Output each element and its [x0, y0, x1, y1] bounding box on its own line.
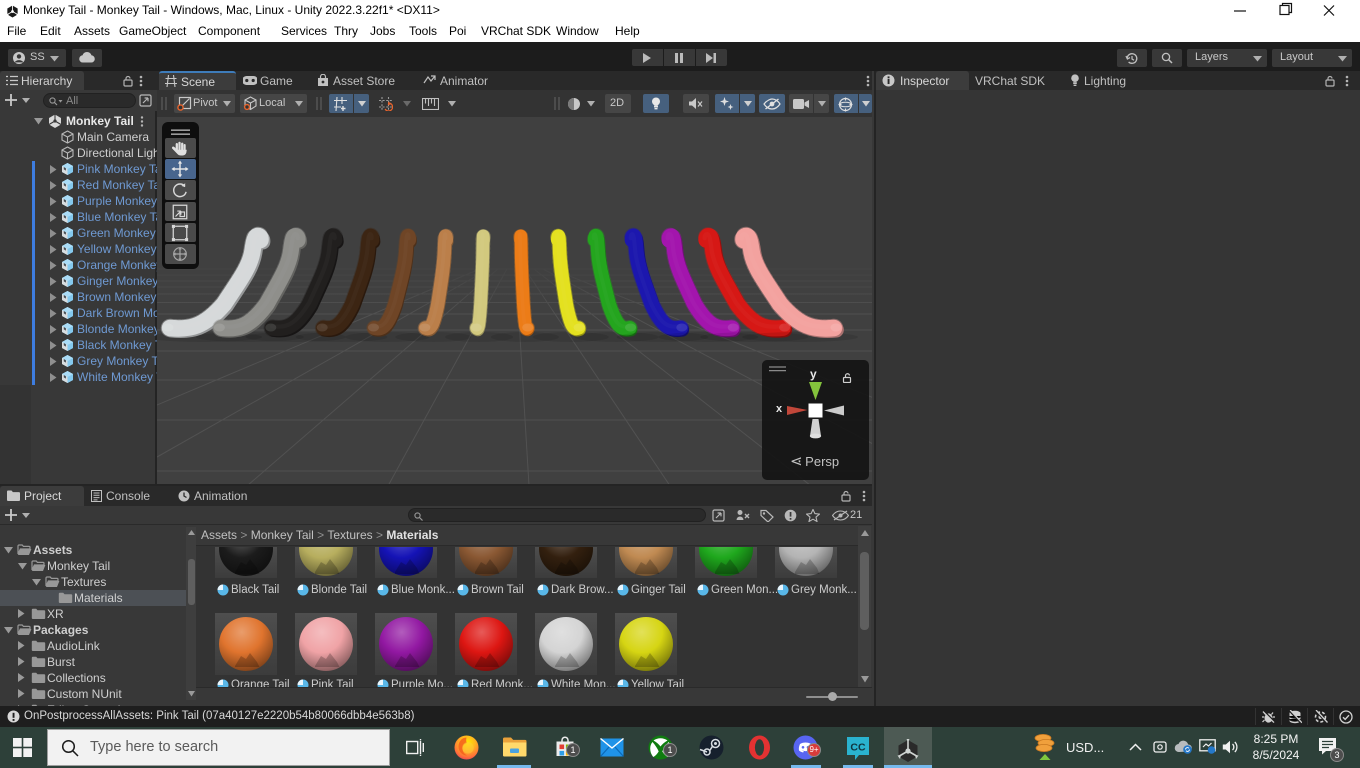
- svg-text:CC: CC: [850, 742, 866, 754]
